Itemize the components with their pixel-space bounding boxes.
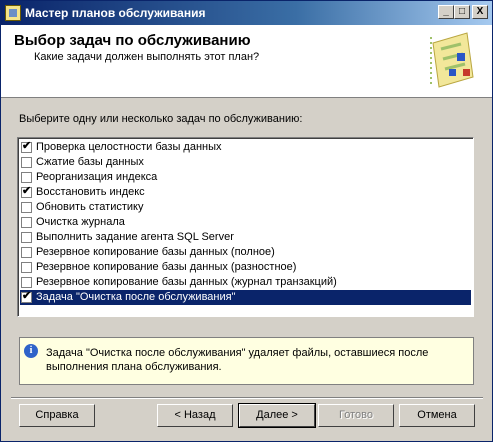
info-icon: i (24, 344, 38, 358)
task-list-item[interactable]: ✔ Задача "Очистка после обслуживания" (20, 290, 471, 305)
wizard-window: Мастер планов обслуживания _ □ X Выбор з… (0, 0, 493, 442)
maximize-button[interactable]: □ (454, 5, 470, 19)
task-list-item[interactable]: Резервное копирование базы данных (журна… (20, 275, 471, 290)
task-label: Резервное копирование базы данных (полно… (36, 246, 275, 258)
check-icon: ✔ (22, 185, 32, 197)
button-separator (11, 397, 483, 399)
task-checkbox[interactable] (21, 232, 32, 243)
task-label: Восстановить индекс (36, 186, 145, 198)
task-checkbox[interactable]: ✔ (21, 290, 32, 303)
task-checkbox[interactable]: ✔ (21, 140, 32, 153)
task-list-item[interactable]: Реорганизация индекса (20, 170, 471, 185)
task-checkbox[interactable] (21, 262, 32, 273)
task-list-item[interactable]: Резервное копирование базы данных (полно… (20, 245, 471, 260)
help-button[interactable]: Справка (19, 404, 95, 427)
wizard-header: Выбор задач по обслуживанию Какие задачи… (1, 25, 492, 98)
task-label: Обновить статистику (36, 201, 144, 213)
app-icon (5, 5, 21, 21)
window-title: Мастер планов обслуживания (25, 6, 206, 20)
task-label: Реорганизация индекса (36, 171, 158, 183)
close-button[interactable]: X (472, 5, 488, 19)
task-label: Сжатие базы данных (36, 156, 144, 168)
wizard-plan-icon (430, 32, 474, 88)
info-panel: i Задача "Очистка после обслуживания" уд… (19, 337, 474, 385)
page-subtitle: Какие задачи должен выполнять этот план? (34, 51, 260, 63)
task-checkbox[interactable] (21, 157, 32, 168)
back-button[interactable]: < Назад (157, 404, 233, 427)
next-button[interactable]: Далее > (238, 403, 316, 428)
check-icon: ✔ (22, 290, 32, 302)
page-title: Выбор задач по обслуживанию (14, 32, 251, 49)
task-label: Задача "Очистка после обслуживания" (36, 291, 236, 303)
task-checkbox[interactable] (21, 247, 32, 258)
task-list-item[interactable]: ✔ Проверка целостности базы данных (20, 140, 471, 155)
task-checkbox[interactable] (21, 277, 32, 288)
task-label: Резервное копирование базы данных (разно… (36, 261, 297, 273)
task-label: Очистка журнала (36, 216, 125, 228)
task-list-item[interactable]: Очистка журнала (20, 215, 471, 230)
task-list-item[interactable]: Резервное копирование базы данных (разно… (20, 260, 471, 275)
task-checkbox[interactable] (21, 172, 32, 183)
minimize-button[interactable]: _ (438, 5, 454, 19)
cancel-button[interactable]: Отмена (399, 404, 475, 427)
title-bar[interactable]: Мастер планов обслуживания _ □ X (1, 1, 492, 25)
task-list-item[interactable]: Сжатие базы данных (20, 155, 471, 170)
finish-button[interactable]: Готово (318, 404, 394, 427)
task-checkbox[interactable]: ✔ (21, 185, 32, 198)
task-list-item[interactable]: Выполнить задание агента SQL Server (20, 230, 471, 245)
task-list[interactable]: ✔ Проверка целостности базы данных Сжатие … (17, 137, 474, 317)
task-list-item[interactable]: Обновить статистику (20, 200, 471, 215)
task-list-item[interactable]: ✔ Восстановить индекс (20, 185, 471, 200)
task-label: Резервное копирование базы данных (журна… (36, 276, 337, 288)
task-checkbox[interactable] (21, 217, 32, 228)
task-label: Проверка целостности базы данных (36, 141, 222, 153)
task-label: Выполнить задание агента SQL Server (36, 231, 234, 243)
task-prompt: Выберите одну или несколько задач по обс… (19, 113, 303, 125)
task-checkbox[interactable] (21, 202, 32, 213)
check-icon: ✔ (22, 140, 32, 152)
info-text: Задача "Очистка после обслуживания" удал… (46, 347, 429, 373)
